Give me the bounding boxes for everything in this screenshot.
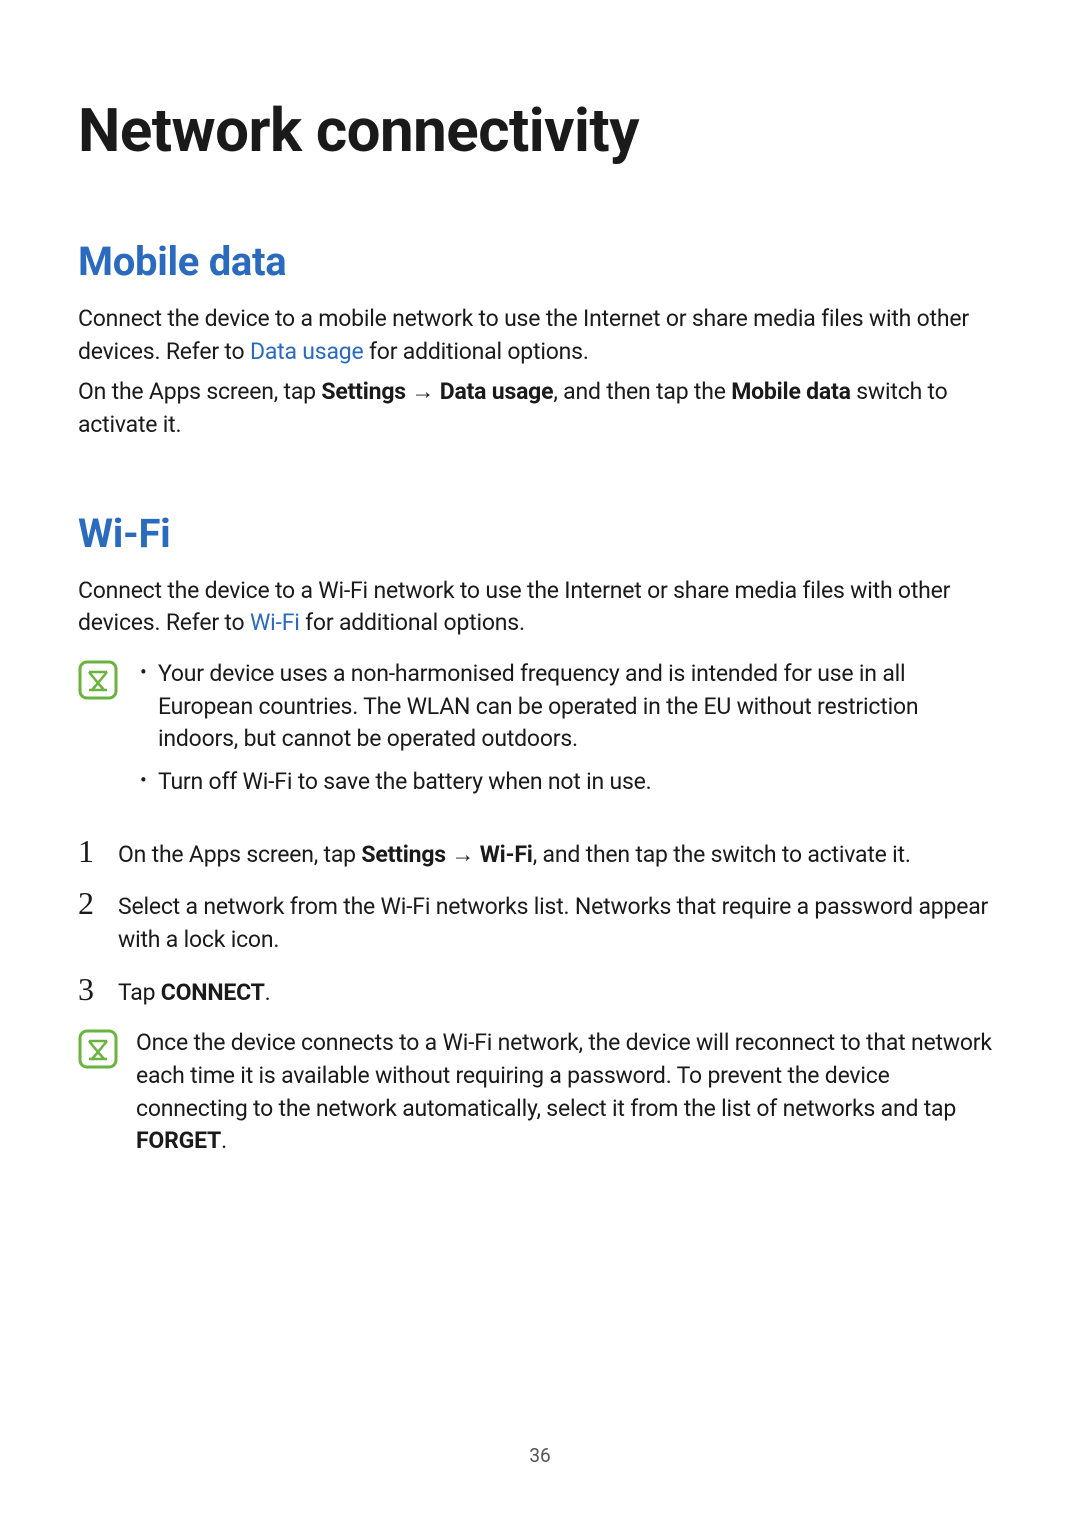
note-block-2: Once the device connects to a Wi-Fi netw… (78, 1027, 1002, 1158)
step-text: On the Apps screen, tap Settings → Wi-Fi… (118, 837, 1002, 872)
settings-label: Settings (361, 841, 445, 868)
wifi-steps-list: 1 On the Apps screen, tap Settings → Wi-… (78, 837, 1002, 1010)
mobile-data-intro: Connect the device to a mobile network t… (78, 303, 1002, 368)
forget-label: FORGET (136, 1127, 221, 1154)
note-block-1: Your device uses a non-harmonised freque… (78, 658, 1002, 809)
bullet-item: Turn off Wi-Fi to save the battery when … (136, 766, 1002, 799)
wifi-intro: Connect the device to a Wi-Fi network to… (78, 575, 1002, 640)
step-number: 2 (78, 887, 118, 919)
step-number: 1 (78, 835, 118, 867)
step-text: Select a network from the Wi-Fi networks… (118, 889, 1002, 956)
mobile-data-label: Mobile data (731, 378, 851, 405)
text-segment: On the Apps screen, tap (118, 841, 361, 868)
connect-label: CONNECT (161, 979, 265, 1006)
bullet-item: Your device uses a non-harmonised freque… (136, 658, 1002, 756)
text-segment: for additional options. (363, 338, 588, 365)
arrow-icon: → (406, 378, 440, 405)
note-icon (78, 1029, 118, 1069)
text-segment: Tap (118, 979, 161, 1006)
text-segment: , and then tap the switch to activate it… (533, 841, 911, 868)
settings-label: Settings (321, 378, 405, 405)
note-bullet-list: Your device uses a non-harmonised freque… (136, 658, 1002, 799)
wifi-link[interactable]: Wi-Fi (250, 609, 300, 636)
text-segment: On the Apps screen, tap (78, 378, 321, 405)
section-heading-wifi: Wi-Fi (78, 510, 1002, 557)
step-text: Tap CONNECT. (118, 975, 1002, 1010)
data-usage-label: Data usage (440, 378, 554, 405)
arrow-icon: → (446, 841, 480, 868)
step-item-2: 2 Select a network from the Wi-Fi networ… (78, 889, 1002, 956)
mobile-data-instruction: On the Apps screen, tap Settings → Data … (78, 376, 1002, 441)
text-segment: . (265, 979, 271, 1006)
note-content: Your device uses a non-harmonised freque… (136, 658, 1002, 809)
note-content: Once the device connects to a Wi-Fi netw… (136, 1027, 1002, 1158)
step-number: 3 (78, 973, 118, 1005)
step-item-3: 3 Tap CONNECT. (78, 975, 1002, 1010)
page-number: 36 (0, 1444, 1080, 1467)
text-segment: Once the device connects to a Wi-Fi netw… (136, 1029, 992, 1121)
section-heading-mobile-data: Mobile data (78, 238, 1002, 285)
step-item-1: 1 On the Apps screen, tap Settings → Wi-… (78, 837, 1002, 872)
note-icon (78, 660, 118, 700)
text-segment: , and then tap the (553, 378, 731, 405)
page-title: Network connectivity (78, 95, 1002, 166)
text-segment: for additional options. (300, 609, 525, 636)
wifi-label: Wi-Fi (480, 841, 533, 868)
note-text: Once the device connects to a Wi-Fi netw… (136, 1027, 1002, 1158)
text-segment: . (221, 1127, 227, 1154)
data-usage-link[interactable]: Data usage (250, 338, 364, 365)
